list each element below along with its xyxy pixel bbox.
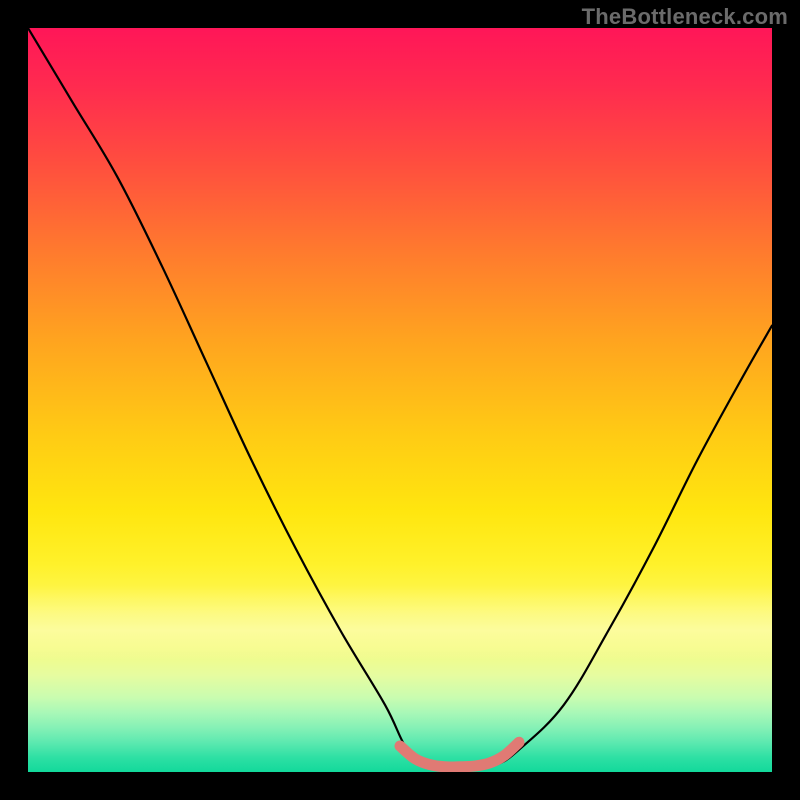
sweet-spot-overlay-line (400, 742, 519, 767)
curve-svg (28, 28, 772, 772)
plot-area (28, 28, 772, 772)
bottleneck-curve-line (28, 28, 772, 769)
chart-frame: TheBottleneck.com (0, 0, 800, 800)
watermark-label: TheBottleneck.com (582, 4, 788, 30)
